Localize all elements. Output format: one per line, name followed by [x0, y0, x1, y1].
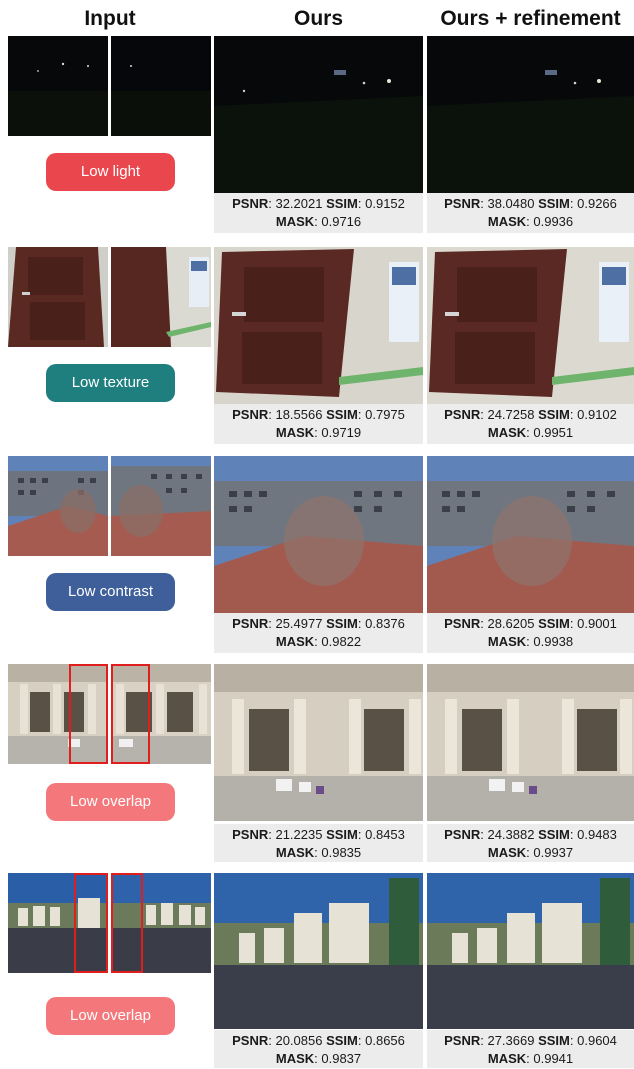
result-image-ours — [214, 247, 423, 404]
metrics-ours: PSNR: 21.2235 SSIM: 0.8453 MASK: 0.9835 — [214, 824, 423, 862]
row-low-texture: Low texture PSNR: 18.5566 SSIM: 0.7975 M… — [0, 247, 634, 447]
result-image-refinement — [427, 247, 634, 404]
metrics-refinement: PSNR: 38.0480 SSIM: 0.9266 MASK: 0.9936 — [427, 193, 634, 233]
mask-value: 0.9941 — [533, 1051, 574, 1066]
tag-low-overlap-2: Low overlap — [46, 997, 175, 1035]
input-image-left — [8, 456, 108, 556]
row-low-contrast: Low contrast PSNR: 25.4977 SSIM: 0.8376 … — [0, 456, 634, 656]
header-ours: Ours — [293, 7, 343, 30]
input-image-right — [111, 456, 211, 556]
psnr-value: 28.6205 — [487, 616, 535, 631]
result-image-refinement — [427, 36, 634, 193]
metrics-ours: PSNR: 18.5566 SSIM: 0.7975 MASK: 0.9719 — [214, 404, 423, 444]
mask-value: 0.9937 — [533, 845, 574, 860]
psnr-value: 25.4977 — [275, 616, 323, 631]
overlap-highlight-left — [74, 873, 108, 973]
metrics-refinement: PSNR: 24.7258 SSIM: 0.9102 MASK: 0.9951 — [427, 404, 634, 444]
metrics-ours: PSNR: 25.4977 SSIM: 0.8376 MASK: 0.9822 — [214, 613, 423, 653]
metrics-ours: PSNR: 32.2021 SSIM: 0.9152 MASK: 0.9716 — [214, 193, 423, 233]
ssim-value: 0.9483 — [577, 827, 617, 842]
overlap-highlight-right — [111, 664, 150, 764]
mask-value: 0.9936 — [533, 214, 574, 229]
overlap-highlight-right — [111, 873, 143, 973]
overlap-highlight-left — [69, 664, 108, 764]
result-image-ours — [214, 873, 423, 1029]
header-ours-refinement: Ours + refinement — [440, 7, 621, 30]
mask-value: 0.9938 — [533, 634, 574, 649]
result-image-refinement — [427, 456, 634, 613]
psnr-value: 38.0480 — [487, 196, 535, 211]
ssim-value: 0.9604 — [577, 1033, 617, 1048]
metrics-refinement: PSNR: 28.6205 SSIM: 0.9001 MASK: 0.9938 — [427, 613, 634, 653]
input-image-right — [111, 36, 211, 136]
mask-value: 0.9822 — [321, 634, 362, 649]
metrics-refinement: PSNR: 27.3669 SSIM: 0.9604 MASK: 0.9941 — [427, 1030, 634, 1068]
ssim-value: 0.9152 — [365, 196, 405, 211]
mask-value: 0.9835 — [321, 845, 362, 860]
input-image-left — [8, 36, 108, 136]
psnr-value: 27.3669 — [487, 1033, 535, 1048]
ssim-value: 0.8376 — [365, 616, 405, 631]
ssim-value: 0.7975 — [365, 407, 405, 422]
psnr-value: 21.2235 — [275, 827, 323, 842]
tag-low-overlap-1: Low overlap — [46, 783, 175, 821]
psnr-value: 24.7258 — [487, 407, 535, 422]
psnr-value: 20.0856 — [275, 1033, 323, 1048]
metrics-ours: PSNR: 20.0856 SSIM: 0.8656 MASK: 0.9837 — [214, 1030, 423, 1068]
result-image-ours — [214, 456, 423, 613]
psnr-value: 32.2021 — [275, 196, 323, 211]
result-image-ours — [214, 664, 423, 821]
result-image-ours — [214, 36, 423, 193]
mask-value: 0.9719 — [321, 425, 362, 440]
header-input: Input — [84, 7, 136, 30]
ssim-value: 0.9102 — [577, 407, 617, 422]
ssim-value: 0.8453 — [365, 827, 405, 842]
mask-value: 0.9716 — [321, 214, 362, 229]
row-low-overlap-street: Low overlap PSNR: 20.0856 SSIM: 0.8656 M… — [0, 873, 634, 1069]
result-image-refinement — [427, 664, 634, 821]
mask-value: 0.9951 — [533, 425, 574, 440]
ssim-value: 0.8656 — [365, 1033, 405, 1048]
ssim-value: 0.9266 — [577, 196, 617, 211]
tag-low-contrast: Low contrast — [46, 573, 175, 611]
mask-value: 0.9837 — [321, 1051, 362, 1066]
input-image-left — [8, 247, 108, 347]
psnr-value: 24.3882 — [487, 827, 535, 842]
row-low-overlap-arcade: Low overlap PSNR: 21.2235 SSIM: 0.8453 M… — [0, 664, 634, 864]
input-image-right — [111, 247, 211, 347]
row-low-light: Low light PSNR: 32.2021 SSIM: 0.9152 MAS… — [0, 36, 634, 236]
tag-low-light: Low light — [46, 153, 175, 191]
metrics-refinement: PSNR: 24.3882 SSIM: 0.9483 MASK: 0.9937 — [427, 824, 634, 862]
psnr-value: 18.5566 — [275, 407, 323, 422]
tag-low-texture: Low texture — [46, 364, 175, 402]
ssim-value: 0.9001 — [577, 616, 617, 631]
result-image-refinement — [427, 873, 634, 1029]
